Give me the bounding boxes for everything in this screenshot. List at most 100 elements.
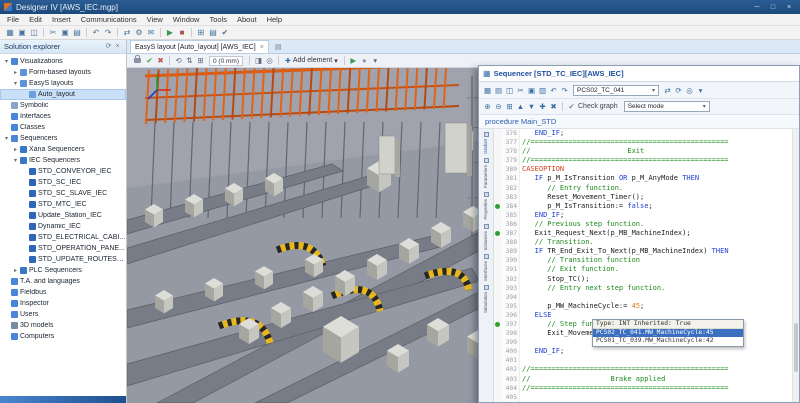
copy-icon[interactable]: ▣ [526, 84, 537, 97]
code-line-392[interactable]: 392 Stop_TC(); [494, 275, 799, 284]
tree-item-sequencers[interactable]: ▾Sequencers [0, 133, 126, 144]
close-panel-icon[interactable]: × [113, 40, 122, 53]
tree-item-easys-layouts[interactable]: ▾EasyS layouts [0, 78, 126, 89]
tree-item-update-station-iec[interactable]: Update_Station_IEC [0, 210, 126, 221]
tree-item-inspector[interactable]: Inspector [0, 298, 126, 309]
menu-item-file[interactable]: File [7, 15, 19, 24]
expander-icon[interactable] [21, 180, 28, 186]
expander-icon[interactable] [21, 246, 28, 252]
paste-icon[interactable]: ▥ [537, 84, 548, 97]
discard-icon[interactable]: ✖ [155, 54, 166, 67]
check-graph-icon[interactable]: ✔ [566, 100, 577, 113]
menu-item-help[interactable]: Help [267, 15, 282, 24]
snap-grid-icon[interactable]: ⊞ [195, 54, 206, 67]
gutter-margin[interactable] [494, 365, 501, 374]
tab-menu-icon[interactable]: ▤ [275, 43, 282, 51]
breakpoint-dot[interactable] [495, 322, 500, 327]
nav-down-icon[interactable]: ▼ [526, 100, 537, 113]
expander-icon[interactable] [21, 257, 28, 263]
side-tab-parameters[interactable]: Parameters [484, 158, 489, 188]
maximize-button[interactable]: □ [766, 2, 780, 13]
sequencer-titlebar[interactable]: ▦ Sequencer [STD_TC_IEC][AWS_IEC] [479, 66, 799, 82]
check-icon[interactable]: ✔ [219, 26, 231, 39]
focus-icon[interactable]: ◎ [264, 54, 275, 67]
breakpoint-dot[interactable] [495, 231, 500, 236]
gutter-margin[interactable] [494, 256, 501, 265]
tree-item-plc-sequencers[interactable]: ▸PLC Sequencers [0, 265, 126, 276]
expander-icon[interactable] [21, 213, 28, 219]
gutter-margin[interactable] [494, 202, 501, 211]
tree-item-std-conveyor-iec[interactable]: STD_CONVEYOR_IEC [0, 166, 126, 177]
paint-icon[interactable]: ◨ [253, 54, 264, 67]
tree-item-users[interactable]: Users [0, 309, 126, 320]
view-options-icon[interactable]: ▾ [370, 54, 381, 67]
close-button[interactable]: × [782, 2, 796, 13]
tab-close-icon[interactable]: × [260, 44, 264, 51]
gutter-margin[interactable] [494, 320, 501, 329]
tree-item-computers[interactable]: Computers [0, 331, 126, 342]
tree-item-std-sc-iec[interactable]: STD_SC_IEC [0, 177, 126, 188]
minimize-button[interactable]: ─ [750, 2, 764, 13]
instance-select[interactable]: PCS02_TC_041▾ [573, 85, 659, 96]
tree-item-fieldbus[interactable]: Fieldbus [0, 287, 126, 298]
code-line-405[interactable]: 405 [494, 393, 799, 402]
zoom-fit-icon[interactable]: ⊞ [504, 100, 515, 113]
gutter-margin[interactable] [494, 220, 501, 229]
expander-icon[interactable] [21, 191, 28, 197]
code-line-378[interactable]: 378// Exit [494, 147, 799, 156]
code-line-383[interactable]: 383 Reset_Movement_Timer(); [494, 193, 799, 202]
expander-icon[interactable] [3, 125, 10, 131]
gutter-margin[interactable] [494, 184, 501, 193]
code-line-393[interactable]: 393 // Entry next step function. [494, 284, 799, 293]
code-line-389[interactable]: 389 IF TR_End_Exit_To_Next(p_MB_MachineI… [494, 247, 799, 256]
add-step-icon[interactable]: ✚ [537, 100, 548, 113]
gutter-margin[interactable] [494, 275, 501, 284]
expander-icon[interactable] [3, 301, 10, 307]
gutter-margin[interactable] [494, 211, 501, 220]
code-scrollbar[interactable] [792, 129, 799, 402]
communications-icon[interactable]: ⇄ [121, 26, 133, 39]
code-line-394[interactable]: 394 [494, 293, 799, 302]
code-line-388[interactable]: 388 // Transition. [494, 238, 799, 247]
stop-icon[interactable]: ■ [176, 26, 188, 39]
expander-icon[interactable] [3, 114, 10, 120]
save-icon[interactable]: ◫ [28, 26, 40, 39]
new-file-icon[interactable]: ▦ [4, 26, 16, 39]
code-line-395[interactable]: 395 p_MW_MachineCycle:= 45; [494, 302, 799, 311]
menu-item-tools[interactable]: Tools [209, 15, 227, 24]
menu-item-about[interactable]: About [237, 15, 257, 24]
mode-select[interactable]: Select mode▾ [624, 101, 710, 112]
gutter-margin[interactable] [494, 347, 501, 356]
gutter-margin[interactable] [494, 338, 501, 347]
zoom-in-icon[interactable]: ⊕ [482, 100, 493, 113]
gutter-margin[interactable] [494, 165, 501, 174]
gutter-margin[interactable] [494, 138, 501, 147]
link-icon[interactable]: ⇄ [662, 84, 673, 97]
tree-item-std-update-routes-iec[interactable]: STD_UPDATE_ROUTES_IEC [0, 254, 126, 265]
undo-icon[interactable]: ↶ [548, 84, 559, 97]
side-tab-interfaces[interactable]: Interfaces [484, 254, 489, 281]
gutter-margin[interactable] [494, 393, 501, 402]
gutter-margin[interactable] [494, 174, 501, 183]
refresh-icon[interactable]: ⟳ [673, 84, 684, 97]
message-icon[interactable]: ✉ [145, 26, 157, 39]
menu-item-insert[interactable]: Insert [52, 15, 71, 24]
expander-icon[interactable] [21, 235, 28, 241]
expander-icon[interactable]: ▸ [12, 267, 19, 274]
lock-icon[interactable] [134, 58, 141, 63]
expander-icon[interactable]: ▸ [12, 146, 19, 153]
code-line-376[interactable]: 376 END_IF; [494, 129, 799, 138]
tree-item-dynamic-iec[interactable]: Dynamic_IEC [0, 221, 126, 232]
expander-icon[interactable] [3, 279, 10, 285]
scrollbar-thumb[interactable] [794, 323, 798, 372]
tree-item-t-a-and-languages[interactable]: T.A. and languages [0, 276, 126, 287]
rotate-view-icon[interactable]: ⟲ [173, 54, 184, 67]
delete-step-icon[interactable]: ✖ [548, 100, 559, 113]
gutter-margin[interactable] [494, 247, 501, 256]
gutter-margin[interactable] [494, 265, 501, 274]
expander-icon[interactable]: ▾ [3, 135, 10, 142]
code-line-386[interactable]: 386 // Previous step function. [494, 220, 799, 229]
tree-item-std-mtc-iec[interactable]: STD_MTC_IEC [0, 199, 126, 210]
expander-icon[interactable] [21, 224, 28, 230]
copy-icon[interactable]: ▣ [59, 26, 71, 39]
